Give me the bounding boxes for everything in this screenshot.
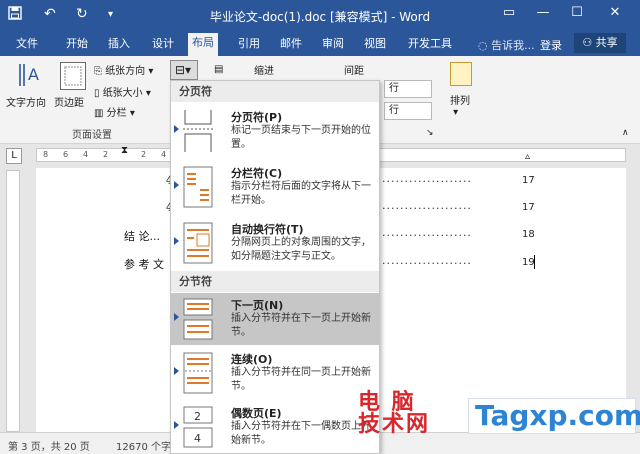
section-breaks-header: 分节符 — [171, 271, 379, 292]
text-direction-icon: A — [16, 62, 42, 90]
selection-marker-icon — [174, 125, 179, 133]
indent-marker-icon[interactable]: ⧗ — [121, 145, 128, 156]
window-title: 毕业论文-doc(1).doc [兼容模式] - Word — [209, 10, 431, 24]
word-count[interactable]: 12670 个字 — [116, 438, 171, 453]
watermark-cn: 电 脑 技术网 — [358, 390, 431, 437]
continuous-break-item[interactable]: 连续(O) 插入分节符并在同一页上开始新节。 — [171, 347, 379, 399]
arrange-button[interactable]: 排列 ▾ — [450, 92, 470, 118]
breaks-dropdown: 分页符 分页符(P) 标记一页结束与下一页开始的位置。 分栏符(C) 指示分栏符… — [170, 80, 380, 454]
watermark-logo: Tagxp.com — [468, 398, 640, 434]
ruler-number: 2 — [103, 150, 109, 159]
page-break-item[interactable]: 分页符(P) 标记一页结束与下一页开始的位置。 — [171, 105, 379, 157]
toc-leader: .................... — [382, 172, 472, 185]
ruler-number: 6 — [63, 150, 69, 159]
paper-size-icon: ▯ — [94, 88, 103, 99]
selection-marker-icon — [174, 313, 179, 321]
page-breaks-header: 分页符 — [171, 81, 379, 102]
svg-text:2: 2 — [194, 410, 201, 423]
ruler-number: 2 — [141, 150, 147, 159]
paragraph-launcher-icon[interactable]: ↘ — [426, 128, 434, 138]
ribbon-tabs: 文件 开始 插入 设计 布局 引用 邮件 审阅 视图 开发工具 ◌ 告诉我...… — [0, 30, 640, 56]
columns-button[interactable]: ▥ 分栏 ▾ — [94, 104, 135, 119]
tab-home[interactable]: 开始 — [62, 34, 92, 56]
close-button[interactable]: ✕ — [600, 5, 630, 20]
margins-icon — [60, 62, 86, 90]
spacing-before-input[interactable]: 行 — [384, 80, 432, 98]
column-break-icon — [183, 166, 213, 208]
orientation-button[interactable]: ⎘ 纸张方向 ▾ — [94, 62, 153, 77]
continuous-icon — [183, 352, 213, 394]
tab-references[interactable]: 引用 — [234, 34, 264, 56]
maximize-button[interactable]: ☐ — [562, 5, 592, 20]
collapse-ribbon-icon[interactable]: ∧ — [622, 128, 629, 138]
next-page-break-item[interactable]: 下一页(N) 插入分节符并在下一页上开始新节。 — [171, 293, 379, 345]
toc-page-number: 17 — [522, 175, 535, 186]
lightbulb-icon: ◌ — [478, 39, 492, 52]
page-setup-group-label: 页面设置 — [72, 130, 112, 141]
selection-marker-icon — [174, 181, 179, 189]
share-button[interactable]: ⚇ 共享 — [574, 33, 626, 53]
svg-text:4: 4 — [194, 432, 201, 445]
ruler-number: 4 — [83, 150, 89, 159]
even-page-break-item[interactable]: 24 偶数页(E) 插入分节符并在下一偶数页上开始新节。 — [171, 401, 379, 453]
selection-marker-icon — [174, 237, 179, 245]
tab-design[interactable]: 设计 — [148, 34, 178, 56]
ruler-number: 8 — [43, 150, 49, 159]
column-break-item[interactable]: 分栏符(C) 指示分栏符后面的文字将从下一栏开始。 — [171, 161, 379, 213]
text-cursor — [534, 255, 535, 269]
spacing-label: 间距 — [344, 66, 364, 77]
tab-developer[interactable]: 开发工具 — [404, 34, 456, 56]
ribbon-display-icon[interactable]: ▭ — [494, 5, 524, 20]
tab-mailings[interactable]: 邮件 — [276, 34, 306, 56]
breaks-button[interactable]: ⊟▾ — [170, 60, 198, 80]
tell-me-search[interactable]: ◌ 告诉我... — [478, 37, 535, 53]
page-count[interactable]: 第 3 页，共 20 页 — [8, 438, 90, 453]
redo-icon[interactable]: ↻ — [76, 6, 88, 22]
title-bar: ↶ ↻ ▾ 毕业论文-doc(1).doc [兼容模式] - Word ▭ — … — [0, 0, 640, 30]
minimize-button[interactable]: — — [528, 5, 558, 20]
tab-insert[interactable]: 插入 — [104, 34, 134, 56]
breaks-icon: ⊟▾ — [175, 63, 192, 77]
login-button[interactable]: 登录 — [540, 37, 562, 53]
toc-leader: .................... — [382, 199, 472, 212]
toc-line: 结 论... — [124, 230, 160, 243]
toc-page-number: 17 — [522, 202, 535, 213]
indent-label: 缩进 — [254, 66, 274, 77]
undo-icon[interactable]: ↶ — [44, 6, 56, 22]
page-break-icon — [183, 110, 213, 152]
toc-leader: .................... — [382, 226, 472, 239]
even-page-icon: 24 — [183, 406, 213, 448]
right-indent-marker-icon[interactable]: ▵ — [525, 151, 530, 162]
svg-text:A: A — [28, 65, 39, 84]
ruler-number: 4 — [161, 150, 167, 159]
toc-page-number: 19 — [522, 257, 535, 268]
toc-leader: .................... — [382, 254, 472, 267]
text-wrapping-icon — [183, 222, 213, 264]
tab-file[interactable]: 文件 — [12, 34, 42, 56]
document-icon: ▤ — [214, 64, 224, 75]
person-icon: ⚇ — [582, 36, 596, 49]
tab-view[interactable]: 视图 — [360, 34, 390, 56]
selection-marker-icon — [174, 421, 179, 429]
tab-review[interactable]: 审阅 — [318, 34, 348, 56]
selection-marker-icon — [174, 367, 179, 375]
tab-layout[interactable]: 布局 — [188, 33, 218, 56]
next-page-icon — [183, 298, 213, 340]
save-icon[interactable] — [8, 6, 22, 24]
spacing-after-input[interactable]: 行 — [384, 102, 432, 120]
vertical-ruler — [6, 170, 20, 432]
toc-line: 参 考 文 — [124, 258, 164, 271]
size-button[interactable]: ▯ 纸张大小 ▾ — [94, 84, 151, 99]
toc-page-number: 18 — [522, 229, 535, 240]
orientation-icon: ⎘ — [94, 66, 106, 77]
arrange-icon — [450, 62, 472, 86]
tab-selector[interactable]: L — [6, 148, 22, 164]
customize-toolbar-icon[interactable]: ▾ — [108, 9, 113, 20]
columns-icon: ▥ — [94, 108, 107, 119]
text-wrapping-break-item[interactable]: 自动换行符(T) 分隔网页上的对象周围的文字，如分隔题注文字与正文。 — [171, 217, 379, 269]
